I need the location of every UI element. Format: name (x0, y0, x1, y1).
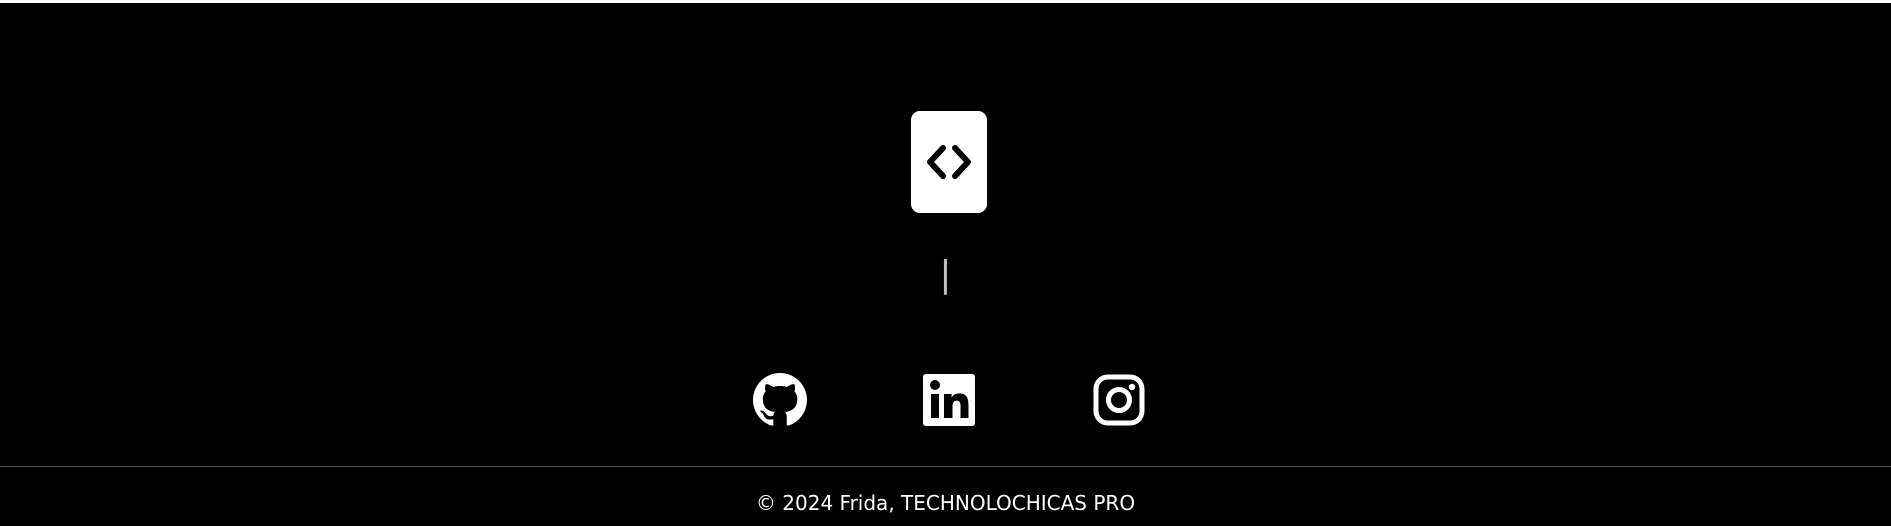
page-footer: | © 2024 Frida, TECHNOLOCHICAS PRO (0, 3, 1891, 526)
instagram-icon (1093, 374, 1145, 426)
instagram-link[interactable] (1092, 373, 1146, 427)
linkedin-icon (923, 374, 975, 426)
linkedin-link[interactable] (922, 373, 976, 427)
github-link[interactable] (753, 373, 807, 427)
site-logo[interactable] (911, 111, 987, 213)
divider-separator: | (939, 254, 952, 295)
footer-divider-line (0, 466, 1891, 467)
github-icon (753, 373, 807, 426)
code-brackets-icon (927, 145, 971, 179)
copyright-text: © 2024 Frida, TECHNOLOCHICAS PRO (755, 491, 1136, 515)
